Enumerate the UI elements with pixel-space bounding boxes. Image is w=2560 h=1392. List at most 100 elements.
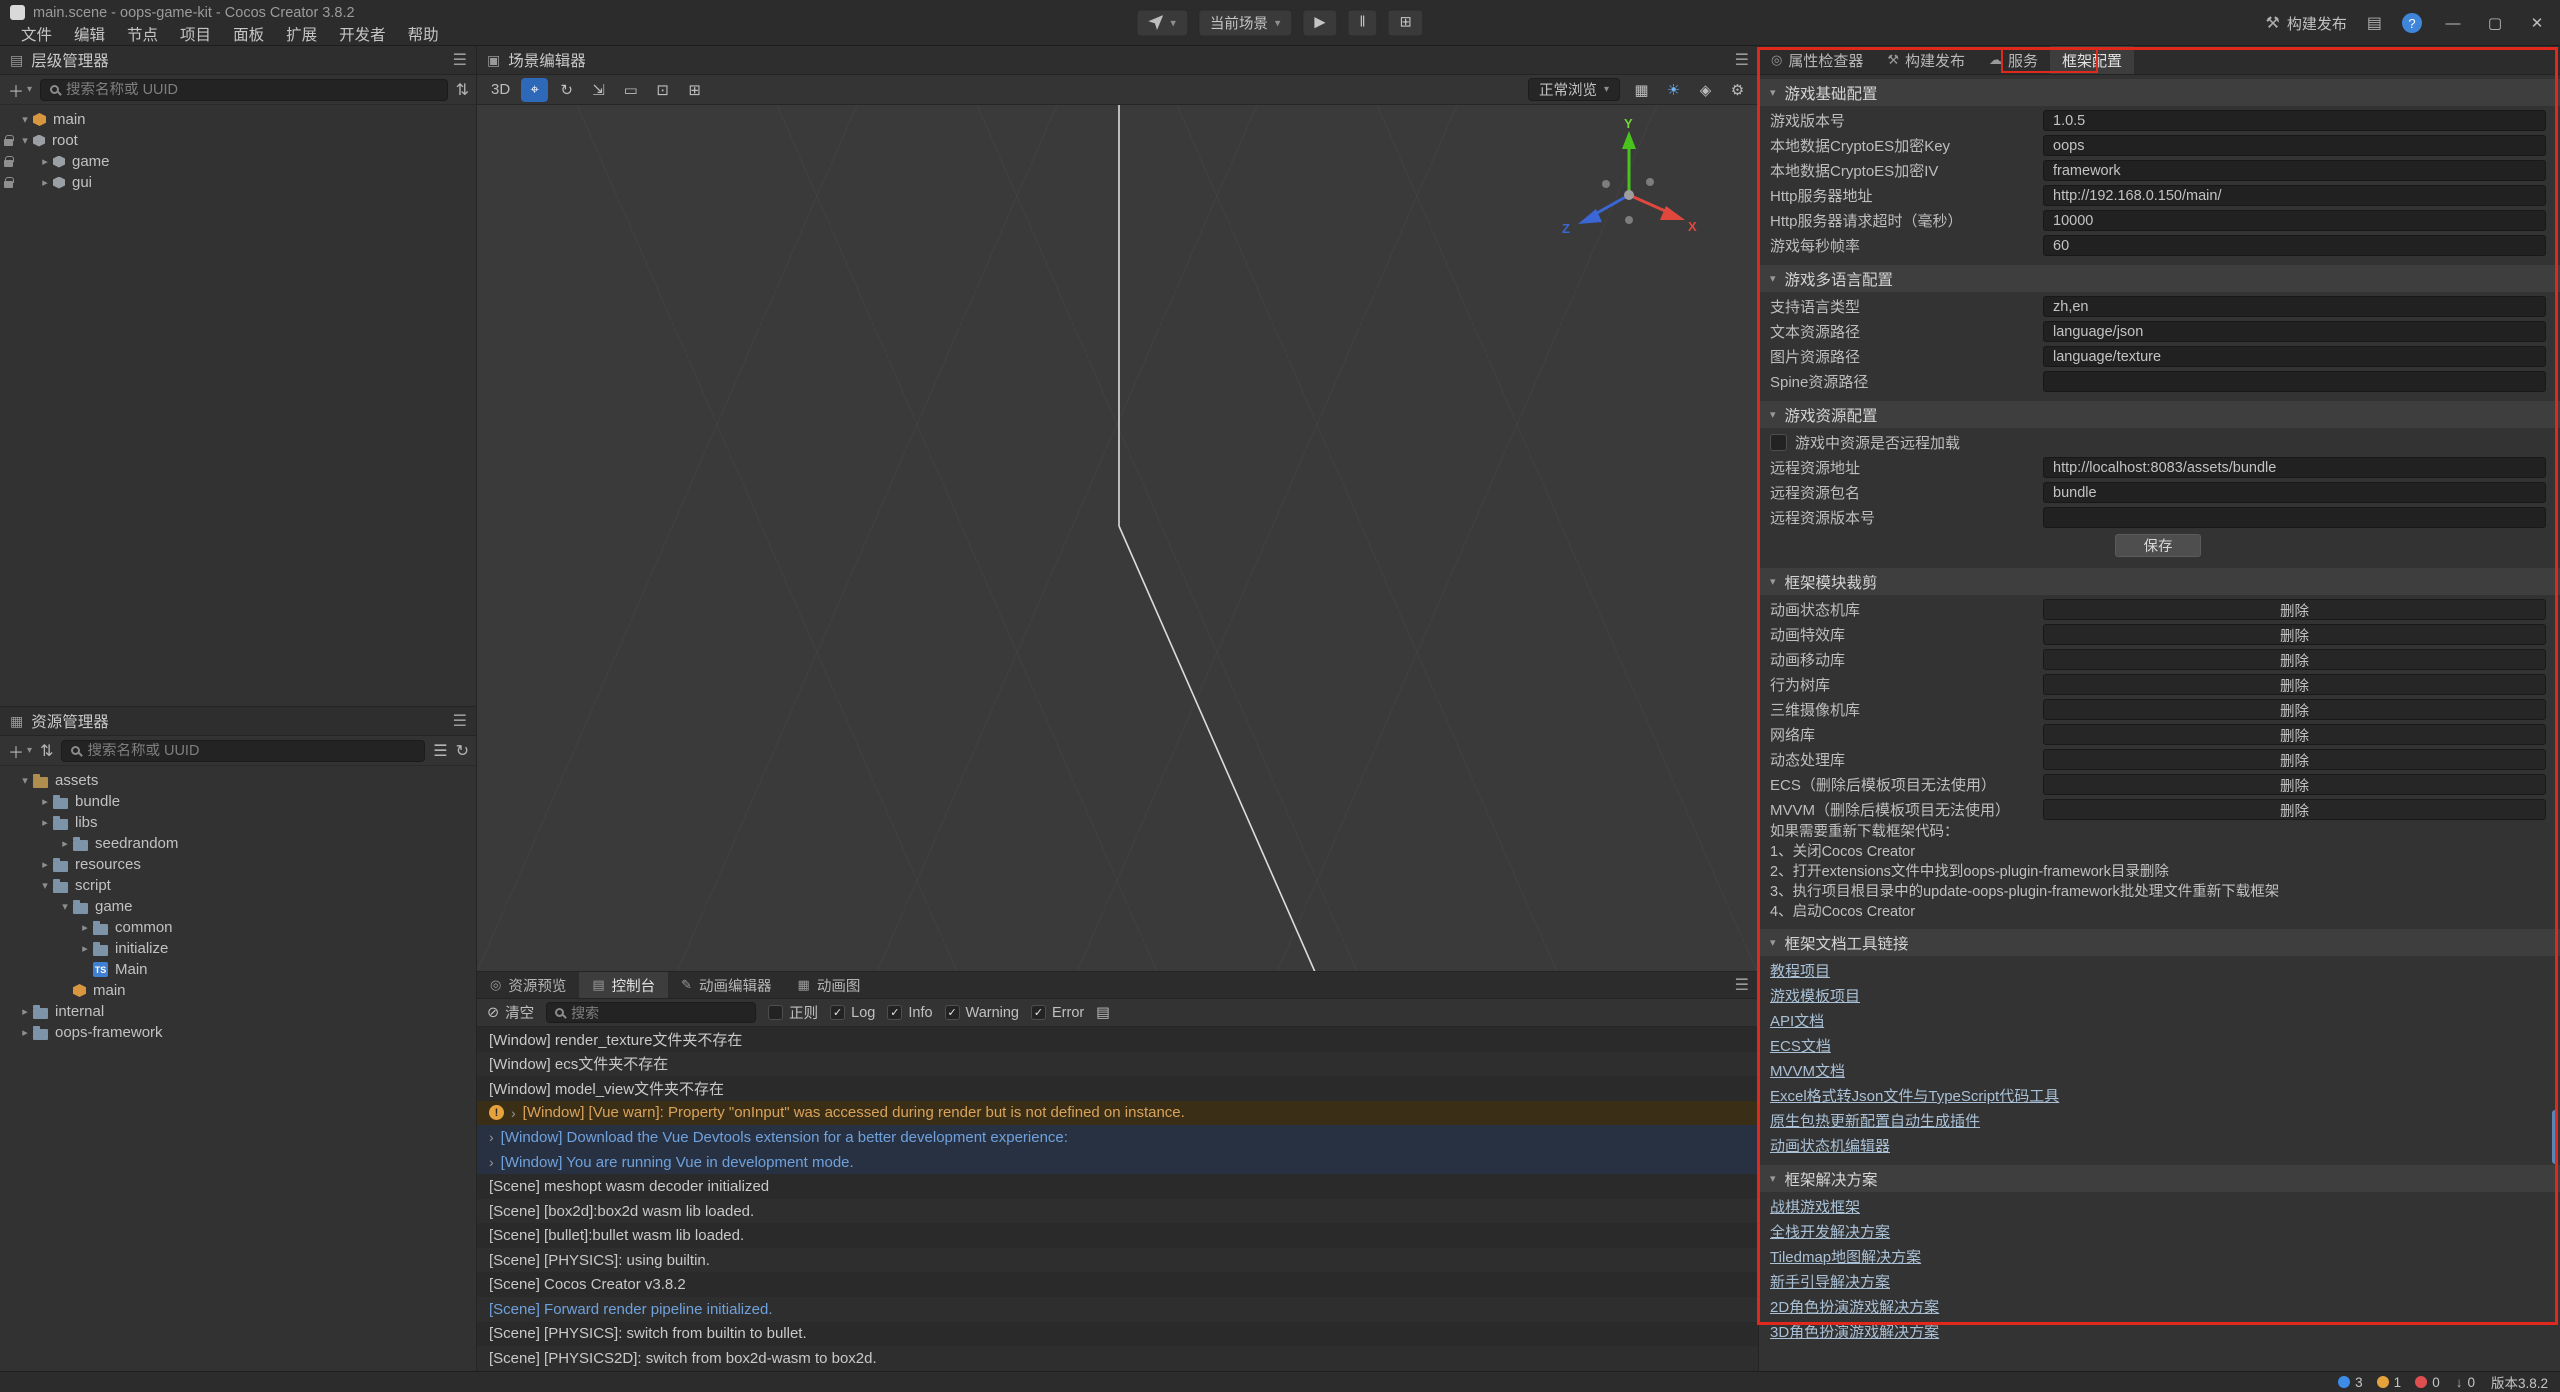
close-button[interactable]: ✕ xyxy=(2526,14,2548,32)
open-log-file-button[interactable]: ▤ xyxy=(1096,1005,1110,1021)
assets-search[interactable] xyxy=(61,740,425,762)
console-log-row[interactable]: ›[Window] Download the Vue Devtools exte… xyxy=(477,1125,1759,1150)
menu-item[interactable]: 编辑 xyxy=(63,24,116,47)
menu-item[interactable]: 文件 xyxy=(10,24,63,47)
create-node-button[interactable]: ＋▾ xyxy=(8,78,32,102)
delete-module-button[interactable]: 删除 xyxy=(2043,749,2546,770)
expand-arrow-icon[interactable]: ▸ xyxy=(37,816,53,829)
console-log-row[interactable]: ›[Window] You are running Vue in develop… xyxy=(477,1150,1759,1175)
expand-arrow-icon[interactable]: ▸ xyxy=(37,795,53,808)
scene-settings-button[interactable]: ⚙ xyxy=(1724,78,1751,102)
doc-link[interactable]: 原生包热更新配置自动生成插件 xyxy=(1770,1110,1980,1131)
maximize-button[interactable]: ▢ xyxy=(2484,14,2506,32)
delete-module-button[interactable]: 删除 xyxy=(2043,699,2546,720)
delete-module-button[interactable]: 删除 xyxy=(2043,724,2546,745)
expand-arrow-icon[interactable]: ▾ xyxy=(17,774,33,787)
hierarchy-search-input[interactable] xyxy=(66,82,438,98)
panel-menu-icon[interactable]: ☰ xyxy=(1735,50,1749,70)
console-tab[interactable]: ▦动画图 xyxy=(785,972,874,998)
expand-arrow-icon[interactable]: ▸ xyxy=(37,155,53,168)
panel-menu-icon[interactable]: ☰ xyxy=(1735,975,1759,995)
expand-arrow-icon[interactable]: ▸ xyxy=(37,176,53,189)
menu-item[interactable]: 节点 xyxy=(116,24,169,47)
property-input[interactable] xyxy=(2043,210,2546,231)
axis-gizmo[interactable]: Y X Z xyxy=(1554,117,1704,267)
console-search-input[interactable] xyxy=(571,1005,747,1021)
light-toggle-button[interactable]: ☀ xyxy=(1660,78,1687,102)
panel-layout-icon[interactable]: ▤ xyxy=(2367,13,2382,33)
property-input[interactable] xyxy=(2043,457,2546,478)
tree-item-initialize[interactable]: ▸initialize xyxy=(0,938,477,959)
tree-item-libs[interactable]: ▸libs xyxy=(0,812,477,833)
menu-item[interactable]: 项目 xyxy=(169,24,222,47)
pause-button[interactable]: ‖ xyxy=(1348,9,1378,36)
doc-link[interactable]: 3D角色扮演游戏解决方案 xyxy=(1770,1321,1939,1342)
menu-item[interactable]: 扩展 xyxy=(275,24,328,47)
property-input[interactable] xyxy=(2043,346,2546,367)
console-log-row[interactable]: [Window] render_texture文件夹不存在 xyxy=(477,1027,1759,1052)
tree-item-bundle[interactable]: ▸bundle xyxy=(0,791,477,812)
expand-arrow-icon[interactable]: ▾ xyxy=(17,134,33,147)
panel-menu-icon[interactable]: ☰ xyxy=(453,711,467,731)
tree-item-gui[interactable]: ▸gui xyxy=(0,172,477,193)
doc-link[interactable]: 教程项目 xyxy=(1770,960,1830,981)
section-header[interactable]: ▾游戏基础配置 xyxy=(1759,79,2560,106)
expand-arrow-icon[interactable]: ▸ xyxy=(77,921,93,934)
property-input[interactable] xyxy=(2043,321,2546,342)
scrollbar-thumb[interactable] xyxy=(2552,1110,2558,1164)
assets-search-input[interactable] xyxy=(87,743,415,759)
doc-link[interactable]: 新手引导解决方案 xyxy=(1770,1271,1890,1292)
console-log-row[interactable]: [Scene] Forward render pipeline initiali… xyxy=(477,1297,1759,1322)
doc-link[interactable]: 2D角色扮演游戏解决方案 xyxy=(1770,1296,1939,1317)
delete-module-button[interactable]: 删除 xyxy=(2043,649,2546,670)
section-header[interactable]: ▾游戏多语言配置 xyxy=(1759,265,2560,292)
clear-console-button[interactable]: ⊘ 清空 xyxy=(487,1002,534,1023)
menu-item[interactable]: 面板 xyxy=(222,24,275,47)
build-publish-button[interactable]: ⚒ 构建发布 xyxy=(2266,13,2347,34)
rotate-tool-button[interactable]: ↻ xyxy=(553,78,580,102)
property-input[interactable] xyxy=(2043,482,2546,503)
preview-platform-select[interactable]: ▾ xyxy=(1136,9,1188,36)
scene-viewport[interactable]: Y X Z xyxy=(477,105,1759,972)
tree-item-game[interactable]: ▾game xyxy=(0,896,477,917)
inspector-tab[interactable]: ◎属性检查器 xyxy=(1759,46,1875,74)
console-tab[interactable]: ◎资源预览 xyxy=(477,972,579,998)
tree-item-script[interactable]: ▾script xyxy=(0,875,477,896)
expand-arrow-icon[interactable]: ▸ xyxy=(57,837,73,850)
console-log-row[interactable]: [Scene] [box2d]:box2d wasm lib loaded. xyxy=(477,1199,1759,1224)
delete-module-button[interactable]: 删除 xyxy=(2043,599,2546,620)
console-tab[interactable]: ✎动画编辑器 xyxy=(668,972,784,998)
expand-arrow-icon[interactable]: ▸ xyxy=(37,858,53,871)
tree-item-main[interactable]: main xyxy=(0,980,477,1001)
save-button[interactable]: 保存 xyxy=(2115,534,2201,557)
console-log-row[interactable]: [Scene] [PHYSICS]: switch from builtin t… xyxy=(477,1322,1759,1347)
layout-grid-button[interactable]: ⊞ xyxy=(1388,9,1424,36)
hierarchy-search[interactable] xyxy=(40,79,448,101)
console-filter-error[interactable]: ✓Error xyxy=(1031,1005,1084,1021)
doc-link[interactable]: ECS文档 xyxy=(1770,1035,1831,1056)
snap-tool-button[interactable]: ⊞ xyxy=(681,78,708,102)
inspector-tab[interactable]: ☁服务 xyxy=(1977,46,2050,74)
console-log-row[interactable]: [Scene] [PHYSICS2D]: switch from box2d-w… xyxy=(477,1346,1759,1371)
console-filter-log[interactable]: ✓Log xyxy=(830,1005,875,1021)
console-tab[interactable]: ▤控制台 xyxy=(579,972,668,998)
log-count[interactable]: 3 xyxy=(2338,1375,2363,1390)
tree-item-Main[interactable]: TSMain xyxy=(0,959,477,980)
anchor-tool-button[interactable]: ⊡ xyxy=(649,78,676,102)
camera-preview-button[interactable]: ◈ xyxy=(1692,78,1719,102)
tree-item-seedrandom[interactable]: ▸seedrandom xyxy=(0,833,477,854)
tree-item-main[interactable]: ▾main xyxy=(0,109,477,130)
console-search[interactable] xyxy=(546,1002,756,1023)
panel-menu-icon[interactable]: ☰ xyxy=(453,50,467,70)
console-filter-warning[interactable]: ✓Warning xyxy=(945,1005,1019,1021)
inspector-tab[interactable]: ⚒构建发布 xyxy=(1875,46,1977,74)
move-tool-button[interactable]: ⌖ xyxy=(521,78,548,102)
refresh-icon[interactable]: ↻ xyxy=(456,741,469,761)
console-log-row[interactable]: [Scene] Cocos Creator v3.8.2 xyxy=(477,1272,1759,1297)
tree-item-resources[interactable]: ▸resources xyxy=(0,854,477,875)
error-count[interactable]: 0 xyxy=(2415,1375,2440,1390)
doc-link[interactable]: 动画状态机编辑器 xyxy=(1770,1135,1890,1156)
download-count[interactable]: ↓ 0 xyxy=(2456,1375,2475,1390)
mode-3d-toggle-button[interactable]: 3D xyxy=(485,78,516,102)
delete-module-button[interactable]: 删除 xyxy=(2043,799,2546,820)
